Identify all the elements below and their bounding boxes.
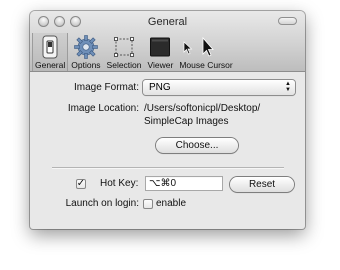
window-title: General: [147, 16, 188, 28]
toolbar-item-label: General: [35, 60, 66, 70]
image-format-label: Image Format:: [73, 82, 139, 93]
toolbar-item-label: Mouse Cursor: [179, 60, 233, 70]
hotkey-label: Hot Key:: [100, 178, 139, 189]
toolbar-item-label: Options: [71, 60, 101, 70]
viewer-icon: [150, 37, 171, 57]
selection-icon: [114, 37, 134, 57]
toolbar-item-label: Selection: [106, 60, 142, 70]
image-format-value: PNG: [149, 82, 171, 93]
image-location-path-line2: SimpleCap Images: [144, 116, 229, 127]
gear-icon: [74, 35, 98, 59]
image-location-label: Image Location:: [67, 103, 139, 114]
choose-button[interactable]: Choose...: [156, 138, 238, 153]
image-location-path-line1: /Users/softonicpl/Desktop/: [144, 103, 261, 114]
toolbar-item-general[interactable]: General: [32, 33, 69, 71]
hotkey-checkbox[interactable]: ✓: [76, 179, 86, 189]
mouse-pointer-icon: [183, 41, 193, 55]
launch-on-login-checkbox[interactable]: [143, 199, 153, 209]
preferences-window: General General Options Selection Viewer…: [30, 11, 305, 229]
title-bar[interactable]: General General Options Selection Viewer…: [30, 11, 305, 72]
general-switch-icon: [42, 35, 58, 59]
image-format-select[interactable]: PNG ▲ ▼: [143, 80, 295, 95]
checkmark-icon: ✓: [76, 178, 86, 189]
hotkey-field[interactable]: ⌥⌘0: [145, 176, 223, 191]
toolbar-item-viewer[interactable]: Viewer: [145, 33, 177, 71]
launch-on-login-label: Launch on login:: [65, 198, 139, 209]
toolbar-item-selection[interactable]: Selection: [104, 33, 145, 71]
toolbar-toggle-button[interactable]: [278, 17, 297, 25]
launch-on-login-enable-label[interactable]: enable: [156, 198, 186, 209]
toolbar: General Options Selection Viewer Mouse C…: [32, 33, 236, 71]
updown-arrows-icon: ▲ ▼: [285, 81, 291, 93]
toolbar-item-options[interactable]: Options: [68, 33, 103, 71]
separator: [52, 167, 284, 168]
general-pane: Image Format: PNG ▲ ▼ Image Location: /Us…: [30, 72, 305, 229]
reset-button[interactable]: Reset: [230, 177, 294, 192]
mouse-cursor-icon: [202, 36, 214, 57]
toolbar-item-label: Viewer: [147, 60, 174, 70]
